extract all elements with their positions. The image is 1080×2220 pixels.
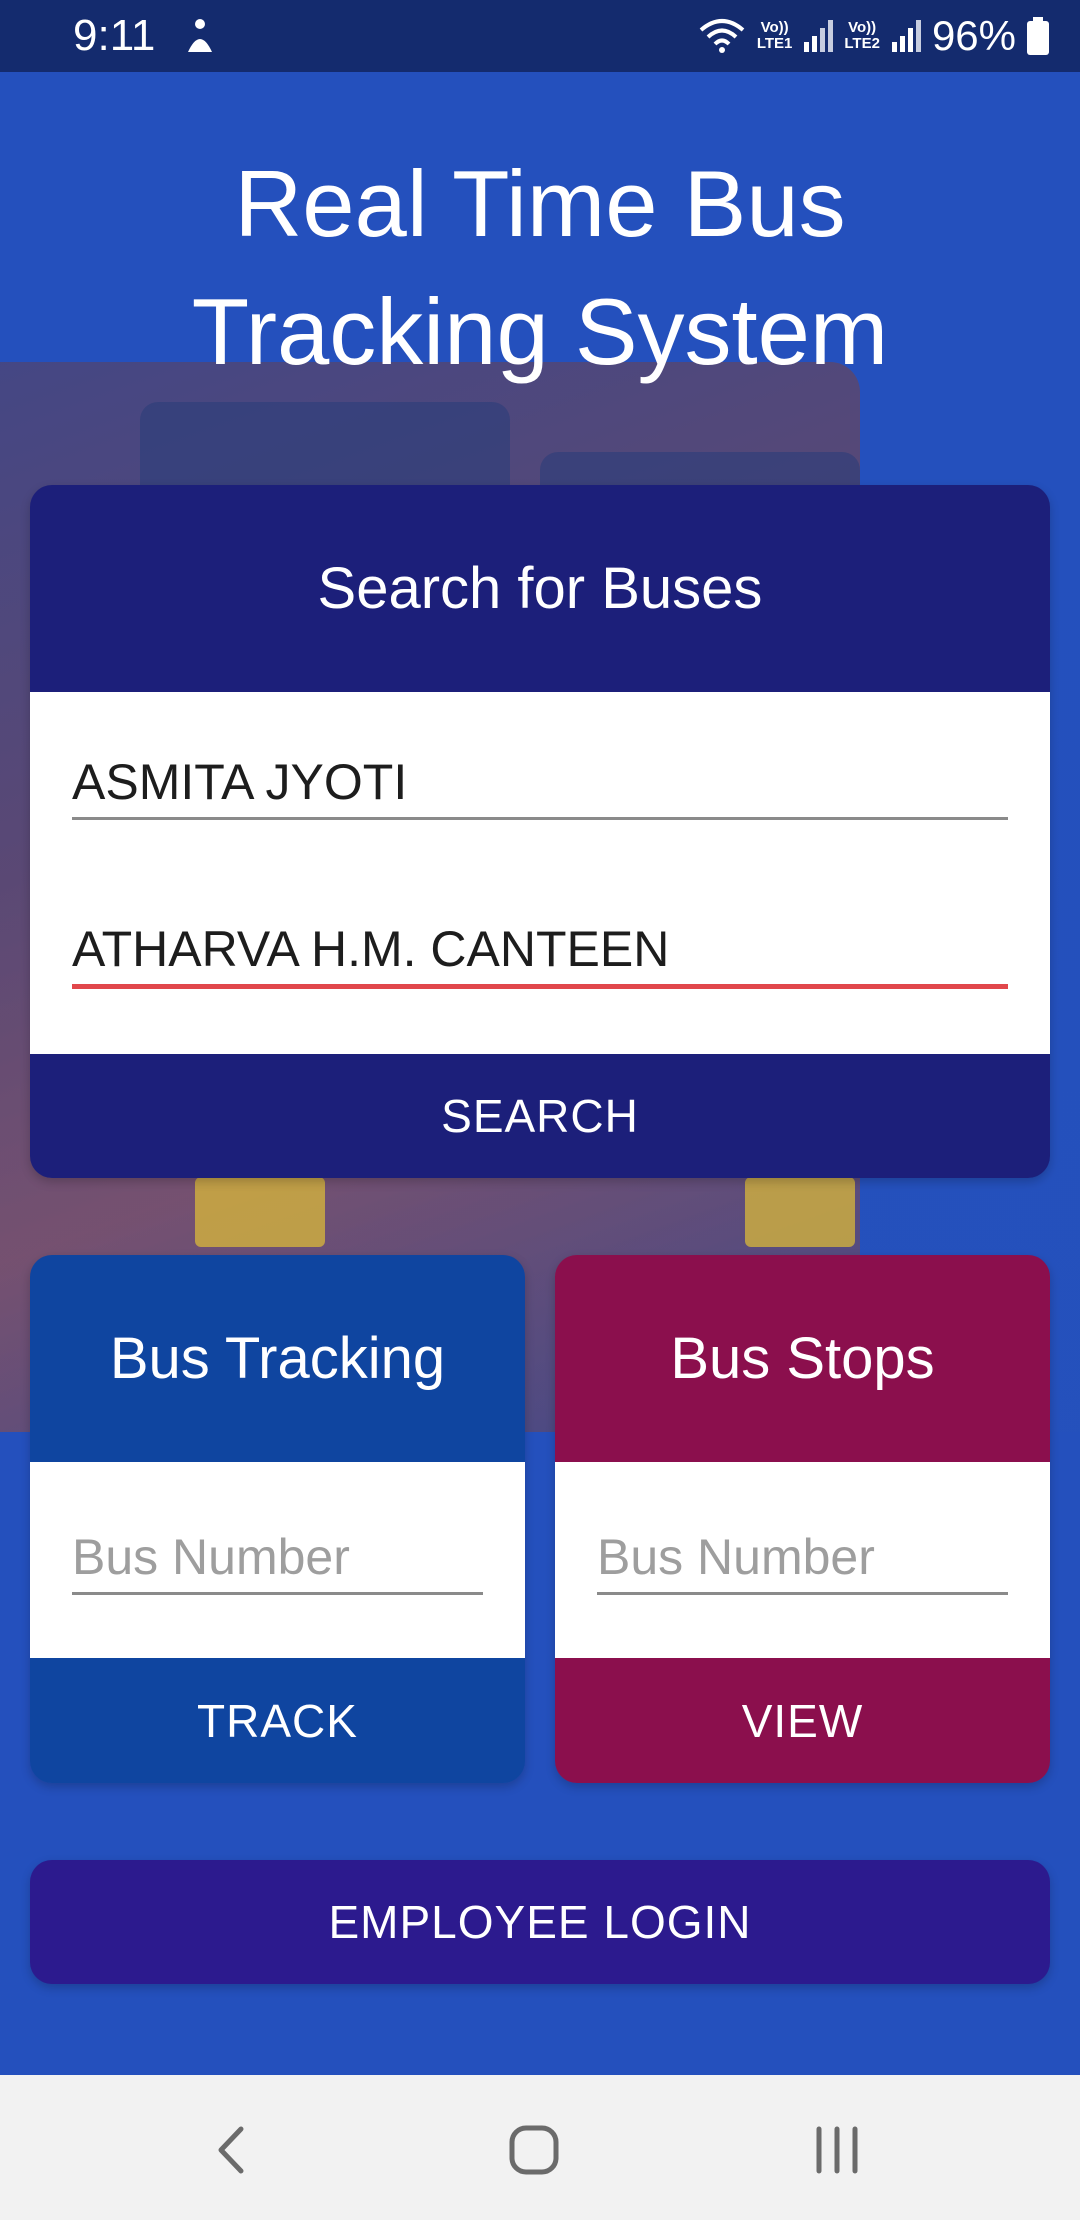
employee-login-button[interactable]: EMPLOYEE LOGIN	[30, 1860, 1050, 1984]
from-stop-input[interactable]: ASMITA JYOTI	[72, 747, 1008, 820]
volte-label: Vo))	[760, 19, 789, 36]
number-plate	[195, 1177, 325, 1247]
sim1-indicator: Vo)) LTE1	[757, 20, 793, 52]
search-button[interactable]: SEARCH	[30, 1054, 1050, 1178]
search-card-header: Search for Buses	[30, 485, 1050, 692]
stops-bus-number-input[interactable]: Bus Number	[597, 1522, 1008, 1595]
home-icon[interactable]	[499, 2115, 569, 2185]
recents-icon[interactable]	[802, 2115, 872, 2185]
wifi-icon	[699, 19, 745, 53]
bus-stops-header: Bus Stops	[555, 1255, 1050, 1462]
accessibility-icon	[188, 19, 212, 52]
signal-icon	[804, 20, 834, 52]
battery-percent: 96%	[931, 12, 1016, 59]
bus-tracking-header: Bus Tracking	[30, 1255, 525, 1462]
battery-icon	[1027, 17, 1049, 55]
status-bar: 9:11 Vo)) LTE1 Vo)) LTE2 96%	[0, 0, 1080, 72]
app-title: Real Time Bus Tracking System	[191, 151, 889, 384]
search-card-body: ASMITA JYOTI ATHARVA H.M. CANTEEN	[30, 692, 1050, 1054]
bus-tracking-body: Bus Number	[30, 1462, 525, 1658]
sim1-label: LTE1	[756, 35, 793, 52]
volte-label: Vo))	[848, 19, 877, 36]
bus-tracking-card: Bus Tracking Bus Number TRACK	[30, 1255, 525, 1783]
signal-icon	[891, 20, 921, 52]
search-card: Search for Buses ASMITA JYOTI ATHARVA H.…	[30, 485, 1050, 1178]
tracking-bus-number-input[interactable]: Bus Number	[72, 1522, 483, 1595]
bus-stops-card: Bus Stops Bus Number VIEW	[555, 1255, 1050, 1783]
sim2-label: LTE2	[844, 35, 880, 52]
sim2-indicator: Vo)) LTE2	[844, 20, 880, 52]
back-icon[interactable]	[197, 2115, 267, 2185]
navigation-bar	[0, 2075, 1080, 2220]
track-button[interactable]: TRACK	[30, 1658, 525, 1783]
to-stop-input[interactable]: ATHARVA H.M. CANTEEN	[72, 914, 1008, 989]
bus-stops-body: Bus Number	[555, 1462, 1050, 1658]
status-icons: Vo)) LTE1 Vo)) LTE2 96%	[697, 10, 1050, 62]
status-time: 9:11	[73, 11, 156, 60]
number-plate	[745, 1177, 855, 1247]
view-button[interactable]: VIEW	[555, 1658, 1050, 1783]
